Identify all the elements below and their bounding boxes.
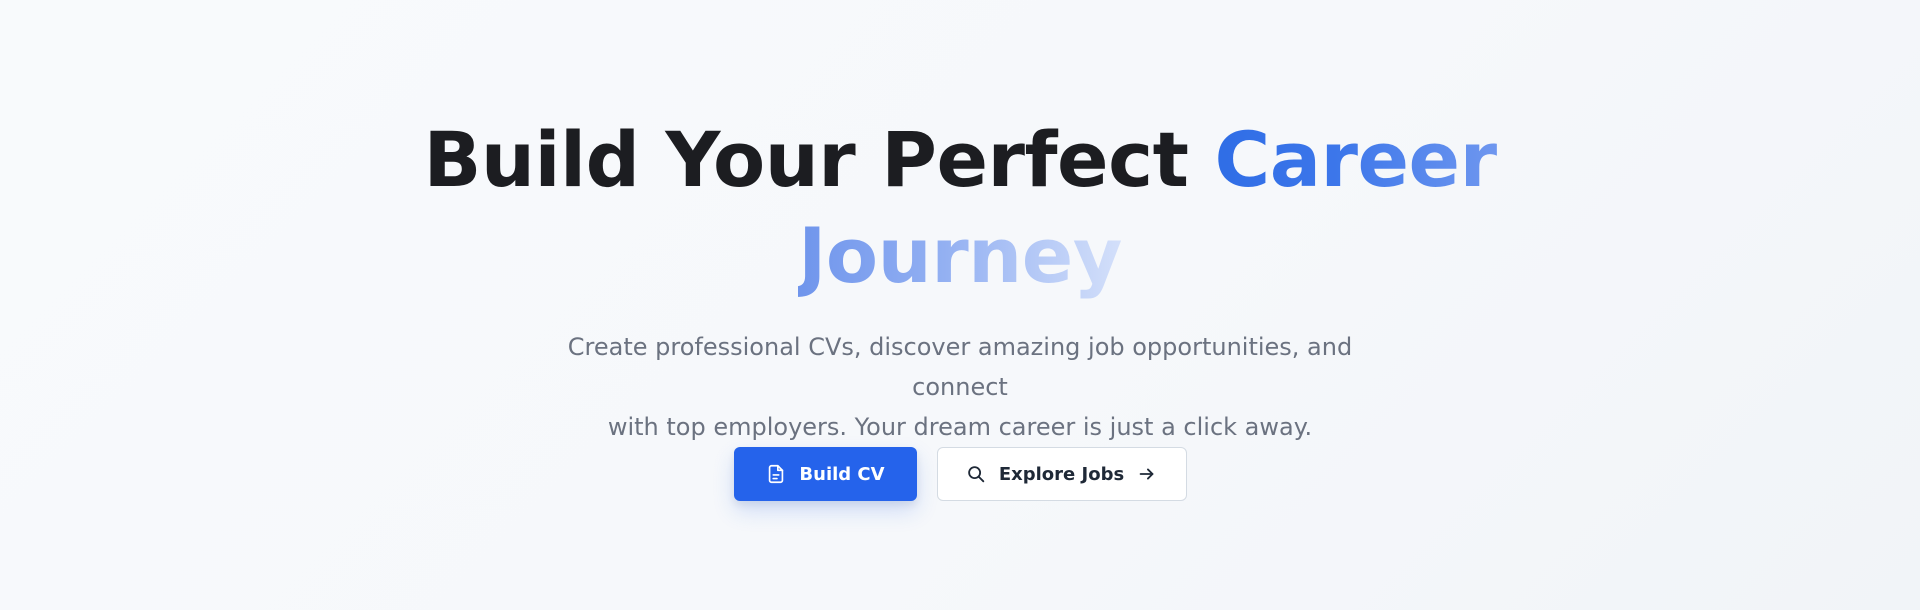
hero-subtitle: Create professional CVs, discover amazin… bbox=[530, 327, 1390, 447]
document-icon bbox=[765, 463, 787, 485]
hero-actions: Build CV Explore Jobs bbox=[0, 447, 1920, 501]
headline-line-1: Build Your Perfect Career bbox=[0, 112, 1920, 208]
explore-jobs-button[interactable]: Explore Jobs bbox=[936, 447, 1187, 501]
build-cv-label: Build CV bbox=[799, 463, 885, 485]
search-icon bbox=[965, 463, 987, 485]
build-cv-button[interactable]: Build CV bbox=[733, 447, 917, 501]
headline-accent-journey: Journey bbox=[798, 211, 1122, 300]
hero-section: Build Your Perfect Career Journey Create… bbox=[0, 0, 1920, 610]
explore-jobs-label: Explore Jobs bbox=[998, 463, 1125, 485]
hero-headline: Build Your Perfect Career Journey bbox=[0, 112, 1920, 304]
subtitle-line-1: Create professional CVs, discover amazin… bbox=[567, 333, 1353, 401]
subtitle-line-2: with top employers. Your dream career is… bbox=[607, 413, 1313, 441]
headline-prefix: Build Your Perfect bbox=[423, 115, 1215, 204]
arrow-right-icon bbox=[1136, 463, 1158, 485]
headline-accent-career: Career bbox=[1214, 115, 1497, 204]
headline-line-2: Journey bbox=[0, 208, 1920, 304]
